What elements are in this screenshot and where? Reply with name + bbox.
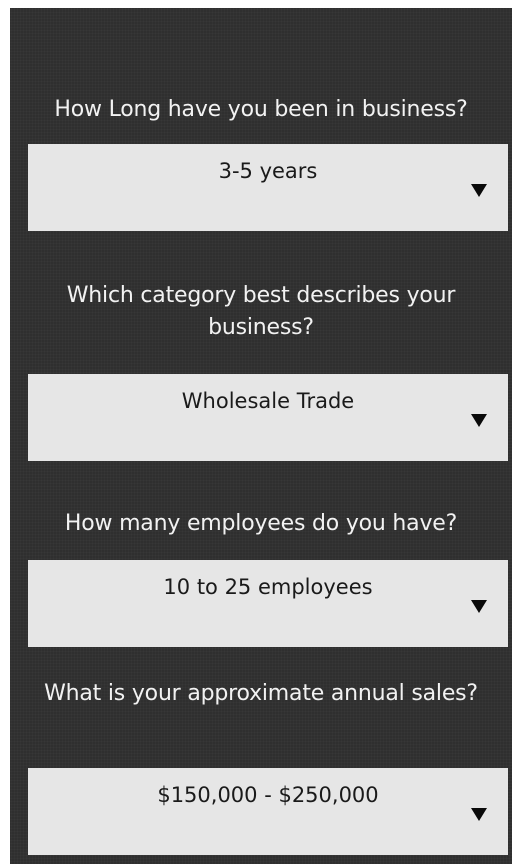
question-years-in-business: How Long have you been in business? bbox=[54, 97, 468, 122]
business-category-value: Wholesale Trade bbox=[181, 389, 355, 413]
annual-sales-select[interactable]: $150,000 - $250,000 bbox=[28, 768, 508, 855]
dropdown-arrow-icon bbox=[471, 414, 487, 427]
question-employee-count: How many employees do you have? bbox=[64, 511, 458, 536]
annual-sales-value: $150,000 - $250,000 bbox=[157, 783, 379, 807]
employee-count-select[interactable]: 10 to 25 employees bbox=[28, 560, 508, 647]
years-in-business-value: 3-5 years bbox=[218, 159, 318, 183]
business-survey-panel: How Long have you been in business? 3-5 … bbox=[10, 8, 512, 864]
question-annual-sales: What is your approximate annual sales? bbox=[44, 681, 478, 706]
employee-count-value: 10 to 25 employees bbox=[163, 575, 373, 599]
dropdown-arrow-icon bbox=[471, 808, 487, 821]
business-category-select[interactable]: Wholesale Trade bbox=[28, 374, 508, 461]
years-in-business-select[interactable]: 3-5 years bbox=[28, 144, 508, 231]
dropdown-arrow-icon bbox=[471, 184, 487, 197]
question-business-category: Which category best describes your busin… bbox=[66, 283, 456, 340]
dropdown-arrow-icon bbox=[471, 600, 487, 613]
